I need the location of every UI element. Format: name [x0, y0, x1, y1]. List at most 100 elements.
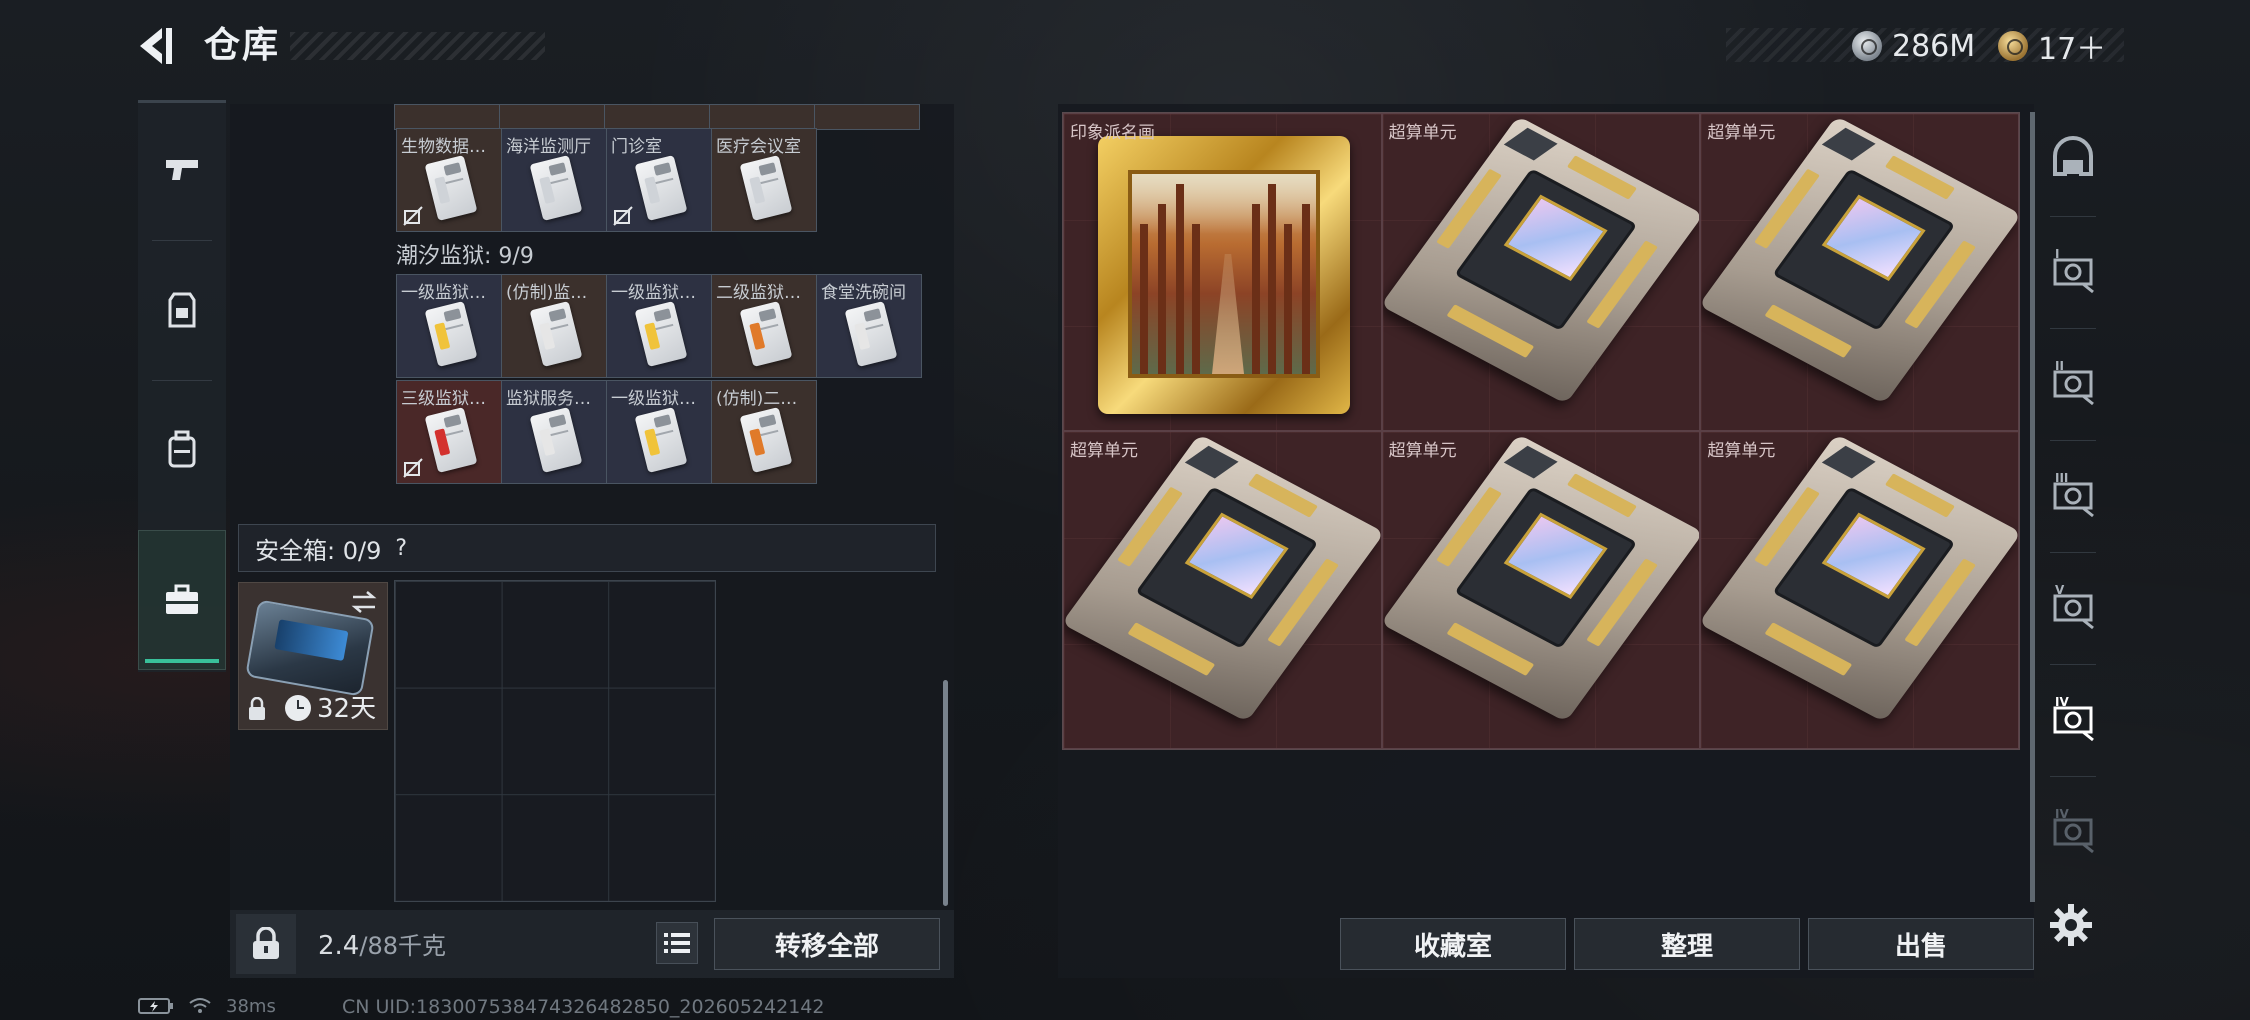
- swap-icon[interactable]: [349, 589, 379, 615]
- container-scrollbar[interactable]: [2030, 112, 2035, 902]
- list-view-button[interactable]: [656, 922, 698, 964]
- keycard-slot[interactable]: 一级监狱…: [606, 274, 712, 378]
- painting-image: [1098, 136, 1350, 414]
- keycard-slot[interactable]: 一级监狱…: [396, 274, 502, 378]
- currency-silver: 286M: [1852, 26, 1975, 66]
- filter-level-1-card[interactable]: I: [2036, 216, 2110, 328]
- keycard-image: [529, 301, 583, 367]
- help-button[interactable]: ?: [395, 536, 407, 561]
- back-button[interactable]: [132, 22, 180, 70]
- stash-cell[interactable]: [499, 104, 605, 130]
- filter-level-3-card[interactable]: III: [2036, 440, 2110, 552]
- item-supercomputing-unit[interactable]: 超算单元: [1700, 113, 2019, 431]
- circuit-board-image: [1701, 115, 2018, 405]
- unlinked-icon: [403, 206, 423, 226]
- category-cases[interactable]: [138, 530, 226, 670]
- stash-cell[interactable]: [814, 104, 920, 130]
- item-label: 超算单元: [1388, 441, 1457, 461]
- stash-cell[interactable]: [604, 104, 710, 130]
- keycard-image: [634, 301, 688, 367]
- weight-current: 2.4: [318, 931, 360, 961]
- item-supercomputing-unit[interactable]: 超算单元: [1700, 431, 2019, 749]
- filter-level-4-card-dim[interactable]: IV: [2036, 776, 2110, 888]
- helmet-icon: [2053, 136, 2093, 176]
- ping-value: 38ms: [226, 995, 276, 1017]
- currency-gold[interactable]: 17＋: [1998, 26, 2107, 67]
- item-supercomputing-unit[interactable]: 超算单元: [1063, 431, 1382, 749]
- stash-cell[interactable]: [709, 104, 815, 130]
- keycard-slot[interactable]: 医疗会议室: [711, 128, 817, 232]
- keycard-image: [424, 301, 478, 367]
- stash-cell[interactable]: [394, 104, 500, 130]
- page-title: 仓库: [204, 25, 281, 66]
- keycard-slot[interactable]: 食堂洗碗间: [816, 274, 922, 378]
- stash-row: 三级监狱… 监狱服务… 一级监狱… (仿制)二…: [396, 380, 817, 484]
- level-4-card-dim-icon: IV: [2053, 807, 2094, 854]
- lock-icon: [253, 927, 279, 959]
- svg-text:V: V: [2055, 583, 2065, 597]
- filter-level-5-card[interactable]: V: [2036, 552, 2110, 664]
- keycard-image: [634, 155, 688, 221]
- level-3-card-icon: III: [2053, 471, 2094, 518]
- category-armor[interactable]: [138, 240, 226, 380]
- item-label: 超算单元: [1070, 441, 1138, 461]
- keycard-label: 医疗会议室: [716, 137, 801, 157]
- stash-scrollbar[interactable]: [943, 680, 948, 906]
- currency-silver-value: 286M: [1892, 28, 1976, 64]
- item-label: 印象派名画: [1070, 123, 1155, 143]
- transfer-all-button[interactable]: 转移全部: [714, 918, 940, 970]
- lock-icon: [249, 697, 265, 720]
- container-grid: 印象派名画 超算单元 超算单元 超算单元 超算单元 超算单元: [1062, 112, 2020, 750]
- collection-room-button[interactable]: 收藏室: [1340, 918, 1566, 970]
- category-weapons[interactable]: [138, 100, 226, 240]
- filter-level-4-card[interactable]: IV: [2036, 664, 2110, 776]
- keycard-label: 门诊室: [611, 137, 662, 157]
- item-supercomputing-unit[interactable]: 超算单元: [1381, 431, 1701, 749]
- unlinked-icon: [613, 206, 633, 226]
- keycard-slot[interactable]: 海洋监测厅: [501, 128, 607, 232]
- keycard-image: [739, 407, 793, 473]
- keycard-label: 一级监狱…: [401, 283, 486, 303]
- keycard-slot[interactable]: 监狱服务…: [501, 380, 607, 484]
- user-uid: CN UID:183007538474326482850_20260524214…: [342, 996, 825, 1018]
- circuit-board-image: [1382, 115, 1700, 405]
- toolbox-icon: [166, 584, 198, 614]
- filter-helmet[interactable]: [2036, 104, 2110, 216]
- keycard-label: (仿制)二…: [716, 389, 798, 409]
- item-label: 超算单元: [1388, 123, 1457, 143]
- sell-button[interactable]: 出售: [1808, 918, 2034, 970]
- lock-button[interactable]: [236, 914, 296, 974]
- container-filter-rail: I II III V IV IV: [2036, 104, 2110, 904]
- filter-level-2-card[interactable]: II: [2036, 328, 2110, 440]
- keycard-slot[interactable]: 二级监狱…: [711, 274, 817, 378]
- level-4-card-icon: IV: [2053, 695, 2094, 742]
- wifi-icon: [189, 998, 211, 1013]
- circuit-board-image: [1382, 433, 1700, 723]
- currency-gold-value: 17＋: [2038, 32, 2107, 67]
- list-icon: [664, 933, 690, 953]
- item-impressionist-painting[interactable]: 印象派名画: [1063, 113, 1382, 431]
- organize-button[interactable]: 整理: [1574, 918, 1800, 970]
- unlinked-icon: [403, 458, 423, 478]
- keycard-slot[interactable]: 生物数据…: [396, 128, 502, 232]
- keycard-slot[interactable]: 门诊室: [606, 128, 712, 232]
- keycard-image: [529, 155, 583, 221]
- keycard-slot[interactable]: 一级监狱…: [606, 380, 712, 484]
- svg-text:III: III: [2055, 471, 2068, 485]
- keycard-image: [739, 301, 793, 367]
- safe-box-label: 安全箱: 0/9: [255, 536, 382, 565]
- category-rail: [138, 100, 226, 672]
- gear-icon[interactable]: [2046, 900, 2096, 950]
- keycard-label: 海洋监测厅: [506, 137, 591, 157]
- keycard-image: [529, 407, 583, 473]
- keycard-image: [634, 407, 688, 473]
- safe-box-item[interactable]: 32天: [238, 582, 388, 730]
- item-label: 超算单元: [1707, 123, 1776, 143]
- keycard-slot[interactable]: (仿制)二…: [711, 380, 817, 484]
- item-supercomputing-unit[interactable]: 超算单元: [1381, 113, 1701, 431]
- keycard-slot[interactable]: 三级监狱…: [396, 380, 502, 484]
- keycard-slot[interactable]: (仿制)监…: [501, 274, 607, 378]
- category-backpack[interactable]: [138, 380, 226, 520]
- svg-text:IV: IV: [2055, 695, 2069, 709]
- safe-box-grid[interactable]: [394, 580, 716, 902]
